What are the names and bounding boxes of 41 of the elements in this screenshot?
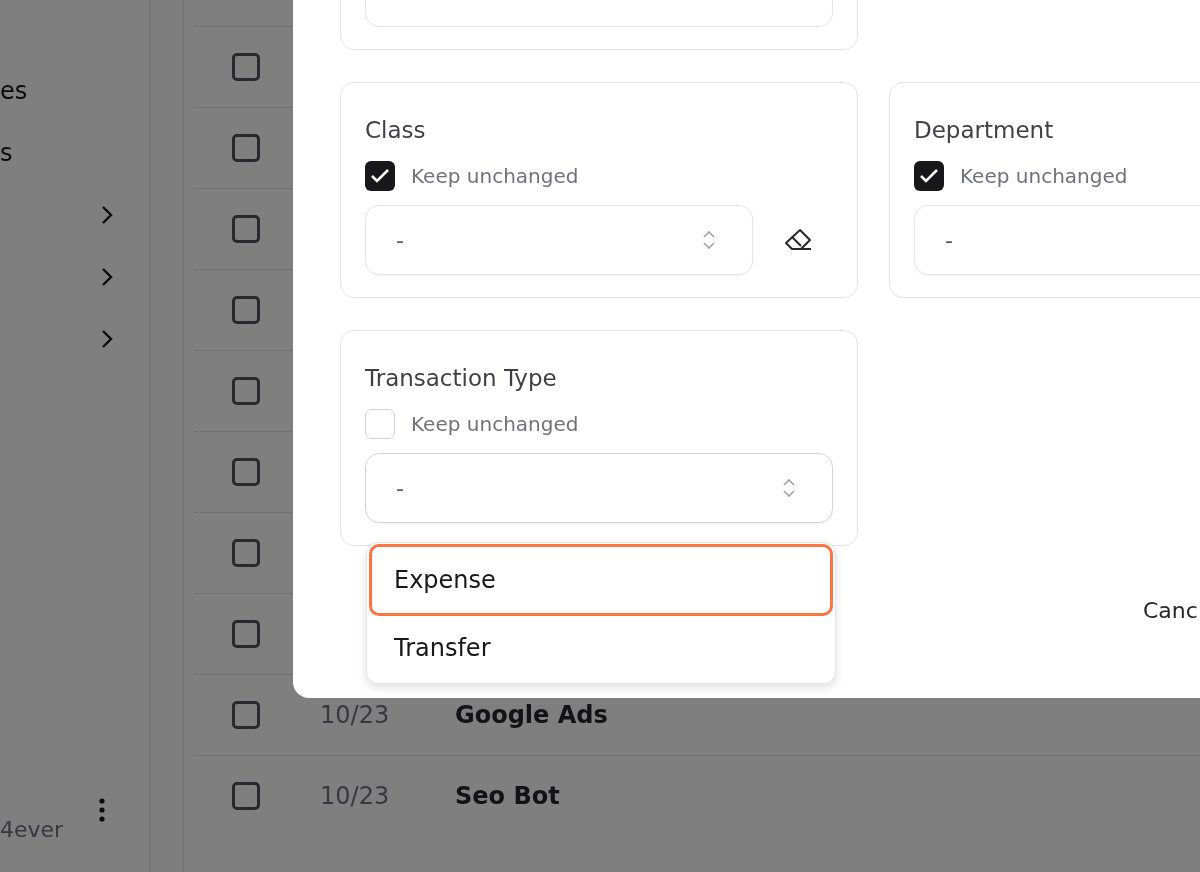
row-checkbox[interactable] [232, 701, 260, 729]
chevron-up-down-icon [702, 229, 716, 251]
keep-unchanged-checkbox[interactable] [914, 161, 944, 191]
field-label: Class [365, 117, 427, 143]
select-field[interactable]: - [914, 205, 1200, 275]
select-field[interactable]: - [365, 453, 833, 523]
field-label: Transaction Type [365, 365, 558, 391]
eraser-icon[interactable] [783, 227, 813, 253]
row-checkbox[interactable] [232, 782, 260, 810]
checkmark-icon [919, 168, 939, 184]
checkbox-label: Keep unchanged [411, 412, 579, 436]
name-cell: Google Ads [455, 701, 608, 729]
row-checkbox[interactable] [232, 620, 260, 648]
chevron-right-icon [101, 205, 113, 225]
dropdown-option[interactable]: Expense [369, 544, 833, 616]
row-checkbox[interactable] [232, 134, 260, 162]
field-label: Department [914, 117, 1055, 143]
keep-unchanged-checkbox[interactable] [365, 409, 395, 439]
checkbox-label: Keep unchanged [411, 164, 579, 188]
select-field[interactable]: - [365, 205, 753, 275]
chevron-up-down-icon [782, 477, 796, 499]
row-checkbox[interactable] [232, 539, 260, 567]
checkmark-icon [370, 168, 390, 184]
cancel-button[interactable]: Canc [1143, 586, 1198, 635]
row-checkbox[interactable] [232, 377, 260, 405]
user-name: 4ever [0, 817, 64, 842]
dropdown-option[interactable]: Transfer [369, 616, 833, 680]
sidebar-item[interactable]: s [0, 139, 13, 167]
row-checkbox[interactable] [232, 53, 260, 81]
name-cell: Seo Bot [455, 782, 560, 810]
keep-unchanged-checkbox[interactable] [365, 161, 395, 191]
date-cell-text: 10/23 [320, 701, 391, 729]
row-checkbox[interactable] [232, 458, 260, 486]
more-options-icon[interactable] [99, 797, 105, 822]
row-checkbox[interactable] [232, 215, 260, 243]
date-cell-text: 10/23 [320, 782, 391, 810]
chevron-right-icon [101, 329, 113, 349]
sidebar-item[interactable]: es [0, 77, 28, 105]
checkbox-label: Keep unchanged [960, 164, 1128, 188]
chevron-right-icon [101, 267, 113, 287]
row-checkbox[interactable] [232, 296, 260, 324]
